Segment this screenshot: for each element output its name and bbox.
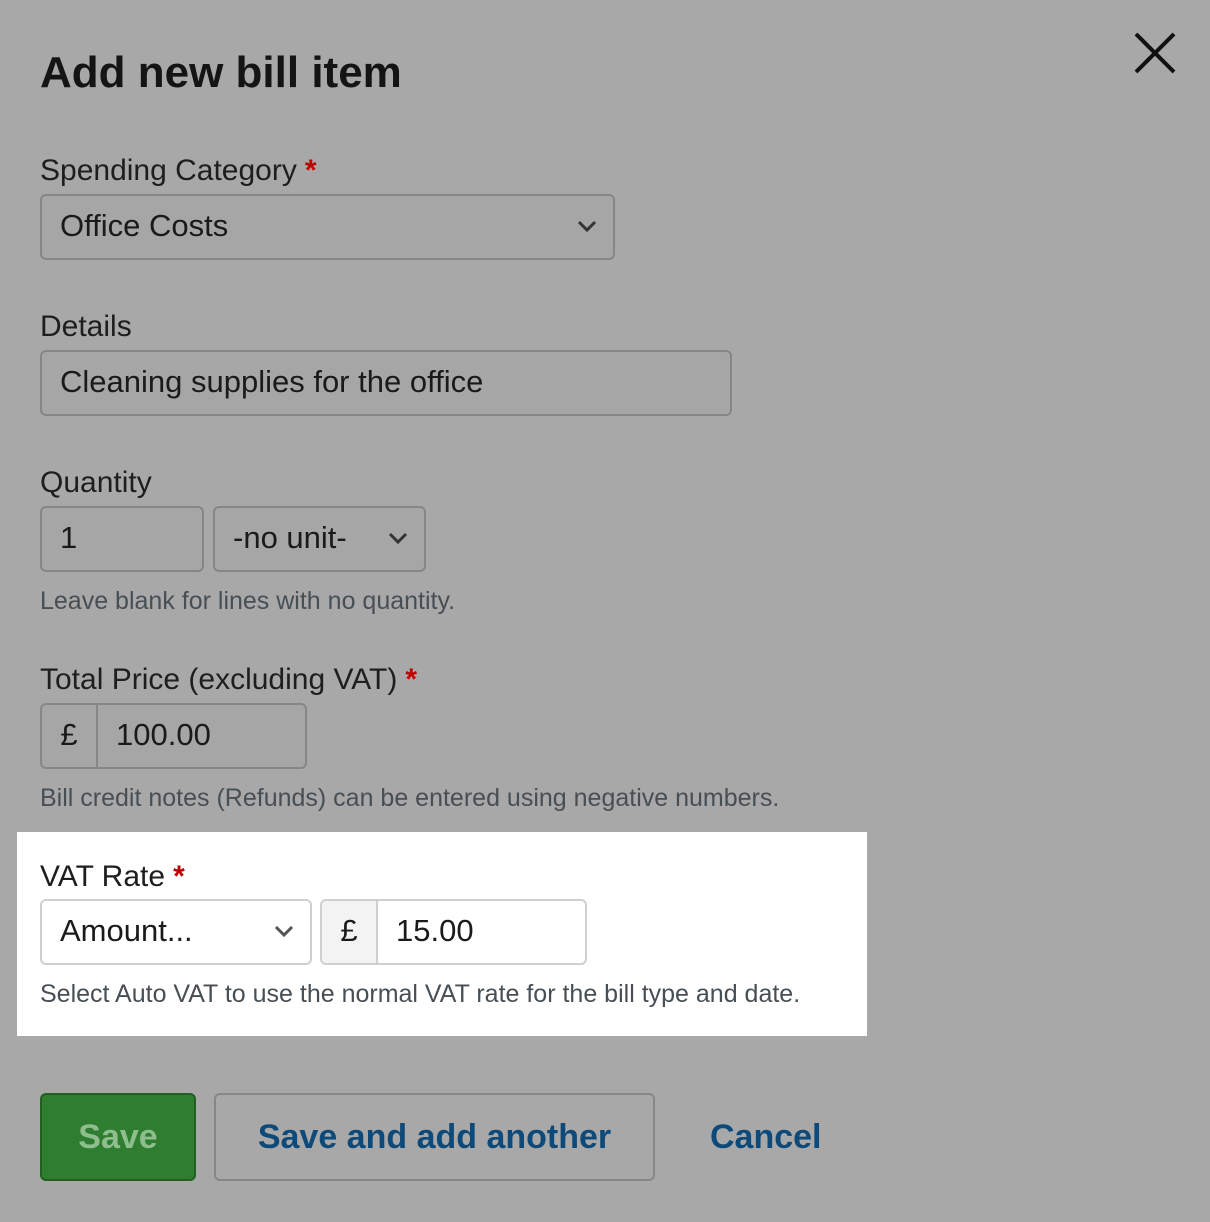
quantity-unit-select[interactable]: -no unit- [213, 506, 426, 572]
save-button[interactable]: Save [40, 1093, 196, 1181]
required-marker: * [304, 154, 317, 187]
vat-rate-select[interactable]: Amount... [40, 899, 312, 965]
currency-prefix: £ [42, 705, 98, 767]
quantity-label: Quantity [40, 466, 152, 499]
required-marker: * [405, 663, 418, 696]
chevron-down-icon [274, 925, 294, 938]
close-icon [1134, 32, 1176, 74]
spending-category-select[interactable]: Office Costs [40, 194, 615, 260]
chevron-down-icon [388, 532, 408, 545]
total-price-hint: Bill credit notes (Refunds) can be enter… [40, 784, 780, 812]
close-button[interactable] [1130, 28, 1180, 78]
quantity-hint: Leave blank for lines with no quantity. [40, 587, 456, 615]
spending-category-value: Office Costs [60, 208, 229, 243]
dialog-title: Add new bill item [40, 48, 402, 97]
vat-rate-select-value: Amount... [60, 913, 193, 948]
quantity-unit-value: -no unit- [233, 520, 347, 555]
spending-category-label-text: Spending Category [40, 154, 297, 187]
cancel-link[interactable]: Cancel [710, 1115, 822, 1159]
vat-rate-hint: Select Auto VAT to use the normal VAT ra… [40, 980, 801, 1008]
vat-amount-input[interactable]: £ 15.00 [320, 899, 587, 965]
quantity-input-value: 1 [60, 520, 78, 555]
currency-prefix: £ [322, 901, 378, 963]
required-marker: * [173, 860, 185, 893]
total-price-value: 100.00 [116, 717, 211, 752]
total-price-label-text: Total Price (excluding VAT) [40, 663, 398, 696]
quantity-input[interactable]: 1 [40, 506, 204, 572]
add-bill-item-dialog: Add new bill item Spending Category * Off… [0, 0, 1210, 1222]
vat-amount-value: 15.00 [396, 913, 474, 948]
details-input-value: Cleaning supplies for the office [60, 364, 484, 399]
vat-rate-label: VAT Rate * [40, 859, 185, 895]
chevron-down-icon [577, 220, 597, 233]
details-label: Details [40, 310, 132, 343]
total-price-input[interactable]: £ 100.00 [40, 703, 307, 769]
vat-rate-label-text: VAT Rate [40, 860, 166, 893]
total-price-label: Total Price (excluding VAT) * [40, 662, 417, 698]
spending-category-label: Spending Category * [40, 153, 317, 189]
details-input[interactable]: Cleaning supplies for the office [40, 350, 732, 416]
save-and-add-another-button[interactable]: Save and add another [214, 1093, 655, 1181]
